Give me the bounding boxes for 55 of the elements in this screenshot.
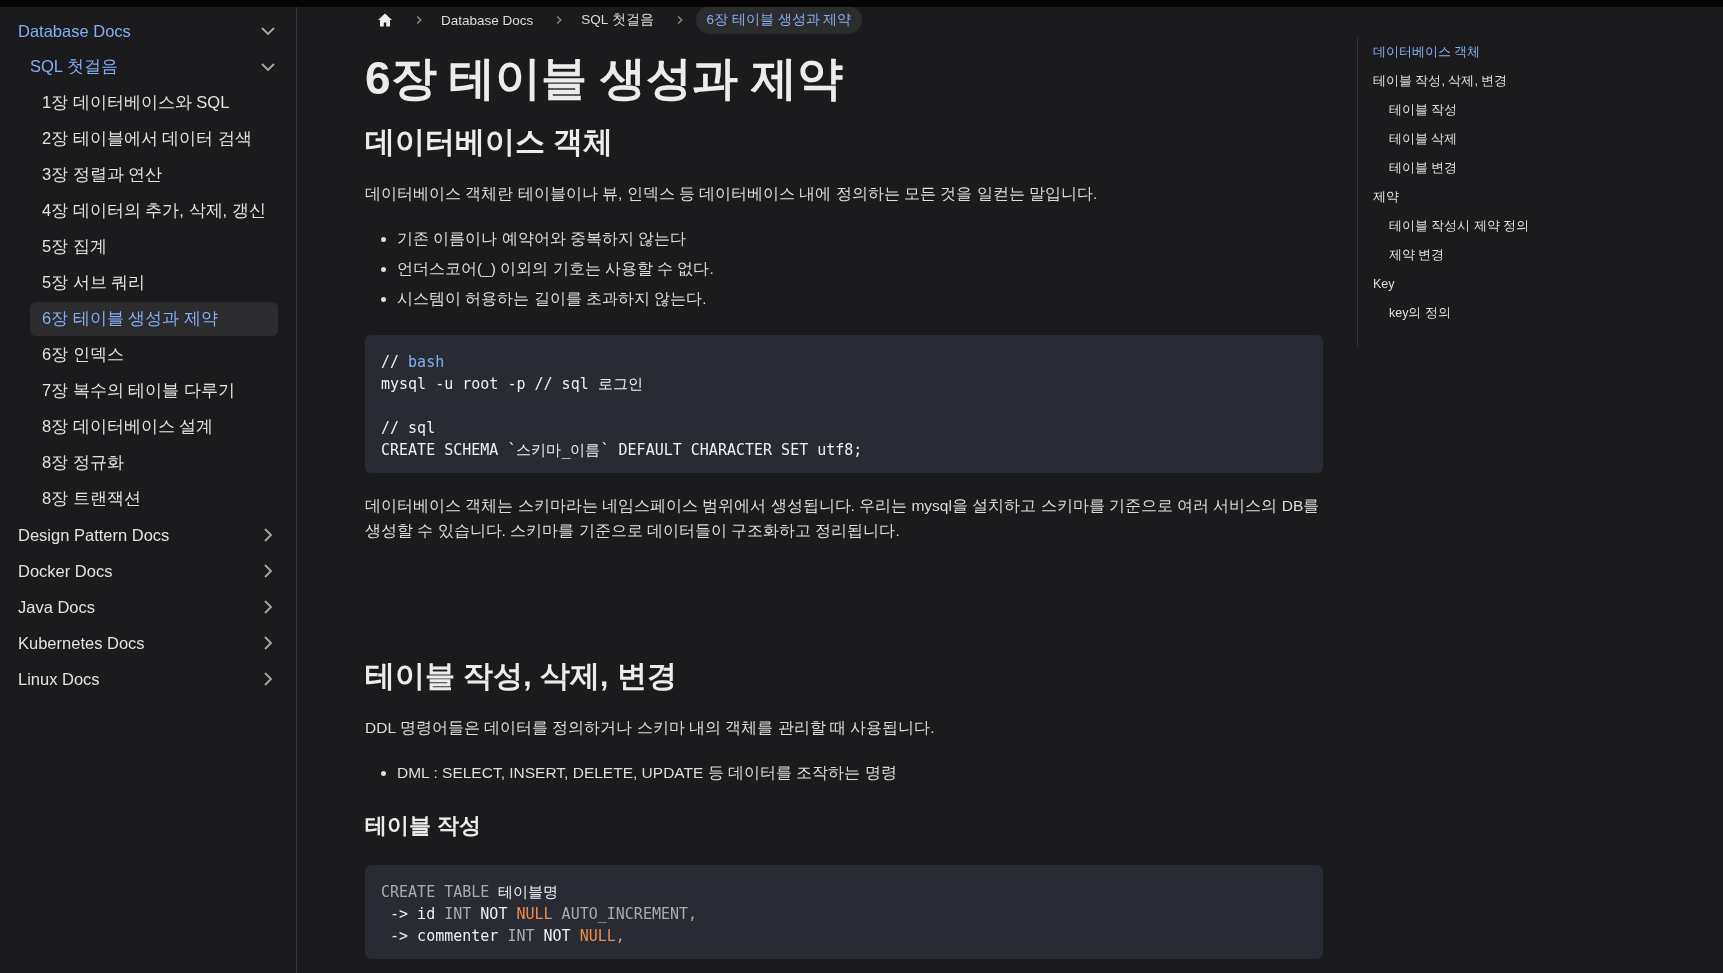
- sidebar-item[interactable]: 4장 데이터의 추가, 삭제, 갱신: [30, 194, 278, 228]
- list-item: 시스템이 허용하는 길이를 초과하지 않는다.: [397, 289, 707, 310]
- bullet-icon: [381, 770, 386, 776]
- sidebar-item[interactable]: 8장 정규화: [30, 446, 278, 480]
- code-line: // bash: [381, 351, 445, 373]
- list-item: 기존 이름이나 예약어와 중복하지 않는다: [397, 229, 687, 250]
- toc-link[interactable]: 테이블 삭제: [1389, 125, 1458, 154]
- code-line: -> commenter INT NOT NULL,: [389, 926, 625, 948]
- sidebar-item[interactable]: 5장 집계: [30, 230, 278, 264]
- code-line: CREATE SCHEMA `스키마_이름` DEFAULT CHARACTER SET utf8;: [381, 439, 863, 461]
- breadcrumb-link[interactable]: Database Docs: [441, 8, 534, 32]
- bullet-icon: [381, 267, 386, 273]
- list-item: 언더스코어(_) 이외의 기호는 사용할 수 없다.: [397, 259, 714, 280]
- section-heading: 데이터베이스 객체: [365, 124, 615, 161]
- sidebar-item[interactable]: SQL 첫걸음: [24, 50, 252, 84]
- toc-link[interactable]: 제약 변경: [1389, 241, 1445, 270]
- paragraph: 데이터베이스 객체는 스키마라는 네임스페이스 범위에서 생성됩니다. 우리는 mysql을 설치하고 스키마를 기준으로 여러 서비스의 DB를 생성할 수 있습니다. 스키마를 기준으로 데이터들이 구조화하고 정리됩니다.: [365, 495, 1321, 542]
- page-title: 6장 테이블 생성과 제약: [365, 51, 844, 106]
- home-icon[interactable]: [377, 12, 393, 28]
- bullet-icon: [381, 237, 386, 243]
- sidebar-item[interactable]: Kubernetes Docs: [12, 627, 252, 659]
- toc-link[interactable]: Key: [1373, 270, 1395, 299]
- code-line: -> id INT NOT NULL AUTO_INCREMENT,: [389, 904, 698, 926]
- toc-link[interactable]: 테이블 작성: [1389, 96, 1458, 125]
- breadcrumb-link[interactable]: 6장 테이블 생성과 제약: [695, 7, 863, 34]
- sidebar-item[interactable]: Docker Docs: [12, 555, 252, 587]
- section-heading: 테이블 작성, 삭제, 변경: [365, 657, 678, 694]
- toc-link[interactable]: 테이블 작성, 삭제, 변경: [1373, 67, 1508, 96]
- toc-link[interactable]: 데이터베이스 객체: [1373, 38, 1481, 67]
- sidebar-item[interactable]: Database Docs: [12, 15, 252, 47]
- sidebar-item[interactable]: 6장 인덱스: [30, 338, 278, 372]
- toc-link[interactable]: key의 정의: [1389, 299, 1451, 328]
- paragraph: DDL 명령어들은 데이터를 정의하거나 스키마 내의 객체를 관리할 때 사용됩니다.: [365, 717, 936, 738]
- toc-link[interactable]: 테이블 변경: [1389, 154, 1458, 183]
- sidebar-item[interactable]: 3장 정렬과 연산: [30, 158, 278, 192]
- code-line: CREATE TABLE 테이블명: [381, 882, 559, 904]
- bullet-icon: [381, 297, 386, 303]
- subsection-heading: 테이블 작성: [365, 812, 483, 841]
- sidebar-item[interactable]: Java Docs: [12, 591, 252, 623]
- sidebar-item[interactable]: 8장 트랜잭션: [30, 482, 278, 516]
- toc-link[interactable]: 테이블 작성시 제약 정의: [1389, 212, 1530, 241]
- code-line: mysql -u root -p // sql 로그인: [381, 373, 643, 395]
- breadcrumb-link[interactable]: SQL 첫걸음: [581, 7, 654, 33]
- code-line: // sql: [381, 417, 436, 439]
- sidebar-item[interactable]: 5장 서브 쿼리: [30, 266, 278, 300]
- sidebar-item[interactable]: Linux Docs: [12, 663, 252, 695]
- sidebar-item[interactable]: 7장 복수의 테이블 다루기: [30, 374, 278, 408]
- toc-link[interactable]: 제약: [1373, 183, 1399, 212]
- paragraph: 데이터베이스 객체란 테이블이나 뷰, 인덱스 등 데이터베이스 내에 정의하는 모든 것을 일컫는 말입니다.: [365, 184, 1099, 205]
- sidebar-item[interactable]: 6장 테이블 생성과 제약: [30, 302, 278, 336]
- sidebar-item[interactable]: Design Pattern Docs: [12, 519, 252, 551]
- sidebar-item[interactable]: 1장 데이터베이스와 SQL: [30, 86, 278, 120]
- list-item: DML : SELECT, INSERT, DELETE, UPDATE 등 데이터를 조작하는 명령: [397, 762, 897, 783]
- sidebar-item[interactable]: 2장 테이블에서 데이터 검색: [30, 122, 278, 156]
- sidebar-item[interactable]: 8장 데이터베이스 설계: [30, 410, 278, 444]
